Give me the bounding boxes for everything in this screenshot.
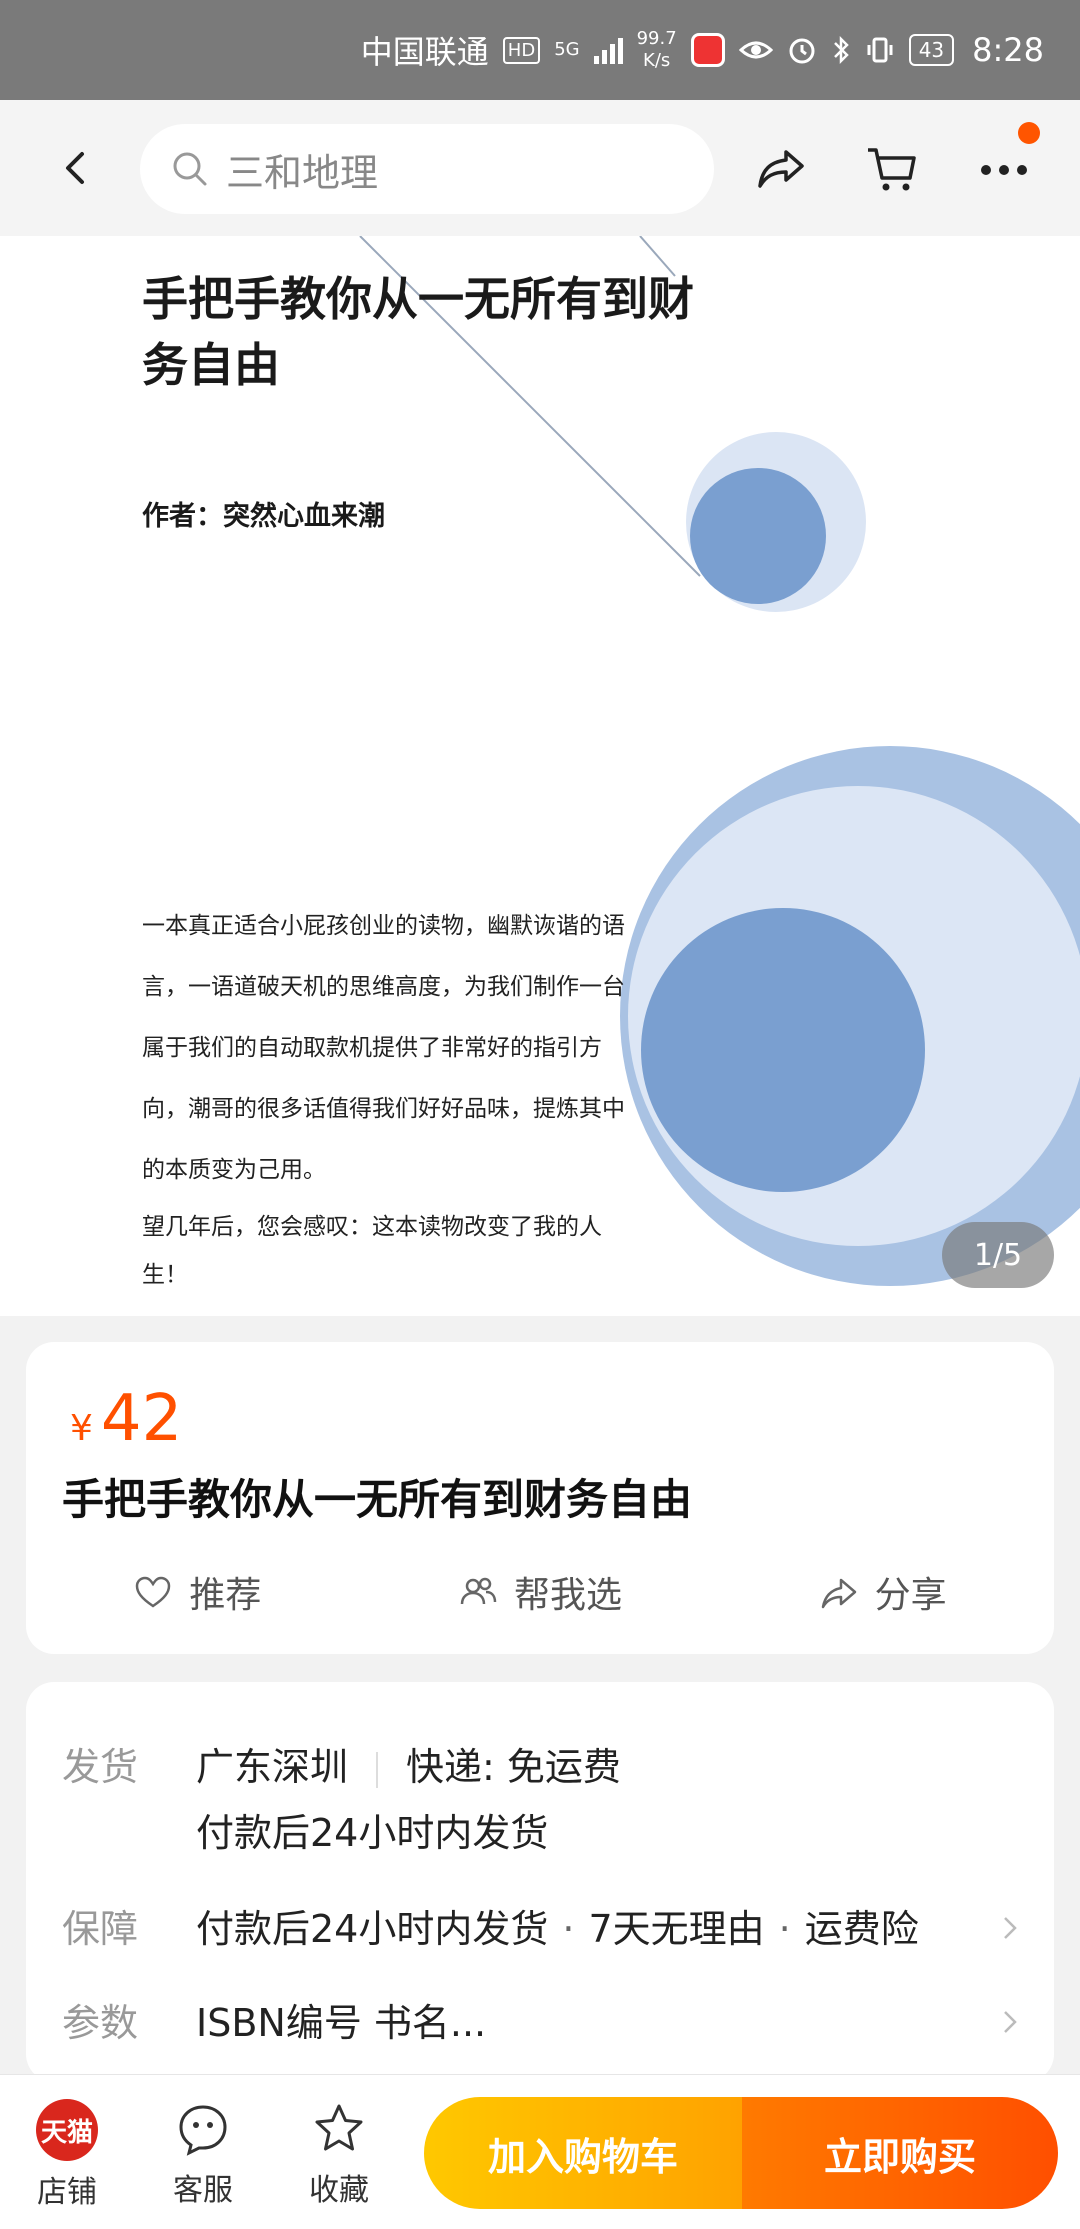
price-amount: 42 — [100, 1382, 183, 1456]
guarantee-item: 7天无理由 — [588, 1907, 765, 1951]
help-me-choose-label: 帮我选 — [514, 1575, 623, 1616]
speed-unit: K/s — [643, 50, 671, 71]
shipping-row[interactable]: 发货 广东深圳 快递: 免运费 — [62, 1736, 621, 1791]
search-bar[interactable]: 三和地理 — [140, 124, 714, 214]
buy-now-button[interactable]: 立即购买 — [742, 2097, 1058, 2209]
shipping-location: 广东深圳 — [196, 1745, 349, 1789]
carrier-name: 中国联通 — [360, 33, 489, 71]
separator: · — [778, 1907, 791, 1951]
network-speed: 99.7 K/s — [637, 28, 677, 72]
status-bar: 中国联通 HD 5G 99.7 K/s 43 8:28 — [0, 0, 1080, 100]
tmall-logo: 天猫 — [36, 2099, 98, 2161]
help-me-choose-button[interactable]: 帮我选 — [369, 1562, 712, 1622]
clock: 8:28 — [972, 31, 1044, 69]
params-value: ISBN编号 书名... — [196, 2001, 487, 2045]
cart-icon[interactable] — [862, 138, 922, 198]
cover-blurb-paragraph: 望几年后，您会感叹：这本读物改变了我的人生！ — [142, 1214, 602, 1288]
share-icon — [821, 1578, 856, 1609]
shipping-time-row: 付款后24小时内发货 — [62, 1802, 548, 1857]
shipping-time: 付款后24小时内发货 — [196, 1811, 549, 1855]
signal-icon — [593, 36, 623, 64]
product-title: 手把手教你从一无所有到财务自由 — [62, 1475, 693, 1524]
cover-title: 手把手教你从一无所有到财务自由 — [142, 272, 694, 392]
currency-symbol: ¥ — [70, 1408, 93, 1449]
favorite-label: 收藏 — [309, 2173, 369, 2208]
recommend-label: 推荐 — [189, 1575, 262, 1616]
heart-icon — [136, 1576, 171, 1608]
bluetooth-icon — [833, 35, 849, 65]
add-to-cart-button[interactable]: 加入购物车 — [424, 2097, 742, 2209]
status-indicators: 中国联通 HD 5G 99.7 K/s 43 8:28 — [361, 0, 1044, 100]
share-label: 分享 — [874, 1575, 947, 1616]
customer-service-label: 客服 — [173, 2173, 233, 2208]
product-image-gallery[interactable]: 手把手教你从一无所有到财务自由 作者：突然心血来潮 一本真正适合小屁孩创业的读物… — [0, 236, 1080, 1316]
search-icon — [173, 152, 207, 186]
eye-icon — [738, 41, 773, 59]
chevron-right-icon[interactable] — [996, 2008, 1024, 2036]
cover-blurb: 一本真正适合小屁孩创业的读物，幽默诙谐的语言，一语道破天机的思维高度，为我们制作… — [142, 896, 632, 1299]
recommend-button[interactable]: 推荐 — [26, 1562, 369, 1622]
share-button[interactable]: 分享 — [711, 1562, 1054, 1622]
battery-level: 43 — [918, 38, 945, 62]
search-placeholder: 三和地理 — [226, 150, 379, 195]
bottom-action-bar: 天猫 店铺 客服 收藏 加入购物车 立即购买 — [0, 2074, 1080, 2229]
share-icon[interactable] — [752, 138, 812, 198]
notification-dot — [1018, 122, 1040, 144]
favorite-button[interactable]: 收藏 — [284, 2099, 394, 2209]
delivery-info-card: 发货 广东深圳 快递: 免运费 付款后24小时内发货 保障 付款后24小时内发货 ·… — [26, 1682, 1054, 2082]
app-notification-icon — [690, 33, 725, 67]
image-page-indicator: 1/5 — [942, 1222, 1054, 1288]
store-button[interactable]: 天猫 店铺 — [12, 2099, 122, 2211]
separator: · — [562, 1907, 575, 1951]
guarantee-item: 运费险 — [804, 1907, 919, 1951]
params-row[interactable]: 参数 ISBN编号 书名... — [62, 1992, 486, 2047]
customer-service-icon — [179, 2105, 227, 2156]
vibrate-icon — [867, 37, 893, 63]
guarantee-item: 付款后24小时内发货 — [196, 1907, 549, 1951]
divider — [376, 1751, 379, 1788]
shipping-label: 发货 — [62, 1745, 139, 1789]
top-nav-bar: 三和地理 — [0, 100, 1080, 236]
guarantee-list: 付款后24小时内发货 · 7天无理由 · 运费险 — [196, 1898, 919, 1953]
guarantee-row[interactable]: 保障 付款后24小时内发货 · 7天无理由 · 运费险 — [62, 1898, 919, 1953]
battery-icon: 43 — [908, 34, 955, 66]
customer-service-button[interactable]: 客服 — [148, 2099, 258, 2209]
back-arrow-icon[interactable] — [52, 144, 100, 192]
more-options-icon[interactable] — [974, 138, 1034, 198]
network-label: 5G — [554, 39, 580, 60]
price-card: ¥ 42 手把手教你从一无所有到财务自由 推荐 帮我选 分享 — [26, 1342, 1054, 1654]
chevron-right-icon[interactable] — [996, 1914, 1024, 1942]
speed-value: 99.7 — [636, 28, 677, 49]
alarm-icon — [789, 38, 815, 64]
guarantee-label: 保障 — [62, 1907, 139, 1951]
star-icon — [315, 2104, 363, 2151]
hd-badge: HD — [502, 36, 541, 64]
people-icon — [460, 1577, 497, 1605]
network-type: 5G — [554, 41, 579, 59]
price: ¥ 42 — [70, 1382, 182, 1456]
product-actions: 推荐 帮我选 分享 — [26, 1562, 1054, 1622]
params-label: 参数 — [62, 2001, 139, 2045]
cover-blurb-paragraph: 一本真正适合小屁孩创业的读物，幽默诙谐的语言，一语道破天机的思维高度，为我们制作… — [142, 913, 625, 1183]
store-label: 店铺 — [37, 2175, 97, 2210]
shipping-method: 快递: 免运费 — [406, 1745, 621, 1789]
shipping-details: 广东深圳 快递: 免运费 — [196, 1736, 621, 1791]
cover-author: 作者：突然心血来潮 — [142, 501, 385, 532]
